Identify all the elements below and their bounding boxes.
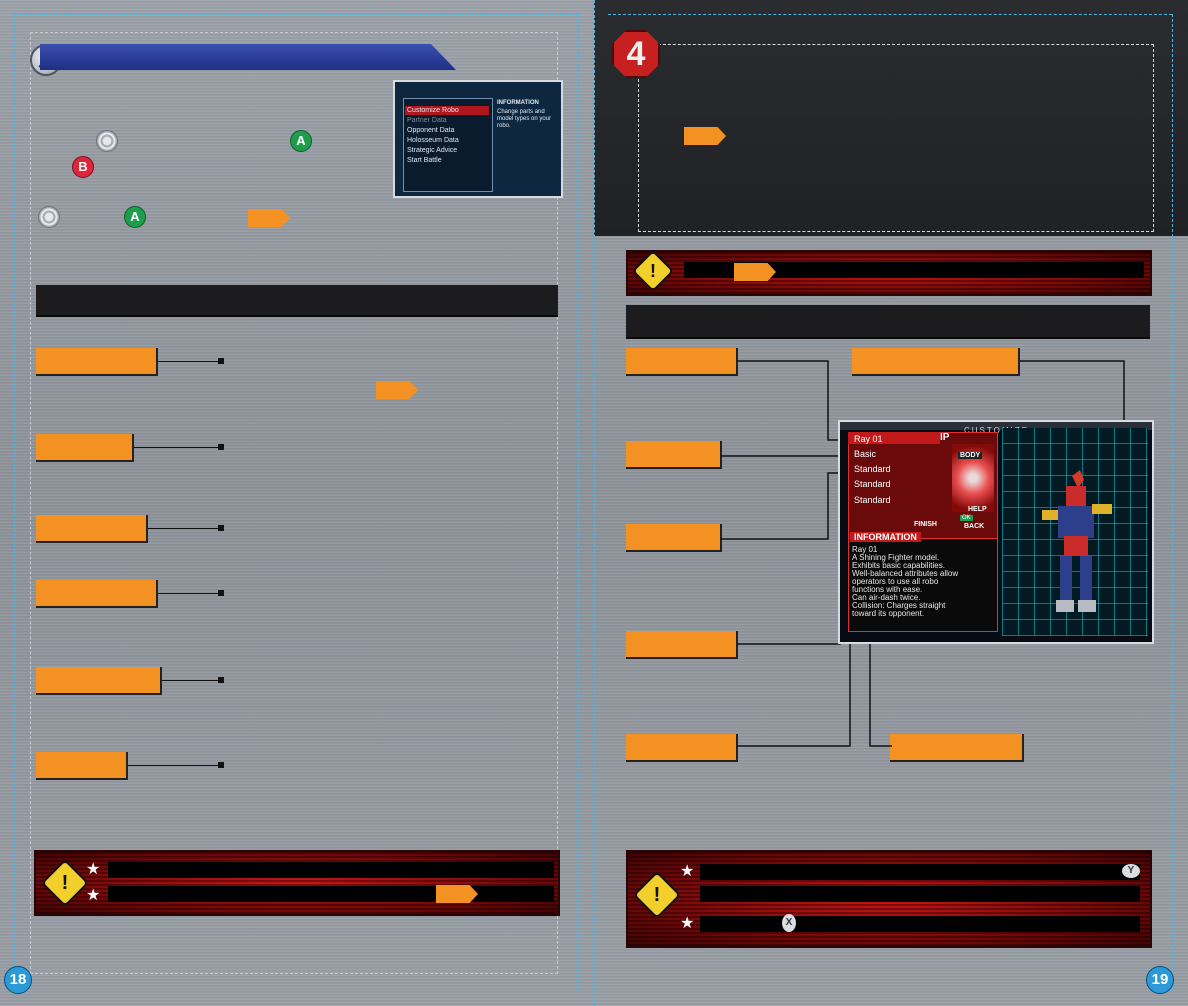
label-tag <box>36 434 134 462</box>
a-button-icon: A <box>124 206 146 228</box>
tip-panel: ! ★ ★ Y X <box>626 850 1152 948</box>
page-number: 18 <box>4 966 32 994</box>
page-border-left <box>14 14 15 992</box>
label-tag <box>36 348 158 376</box>
connector-node <box>218 444 224 450</box>
x-button-icon: X <box>782 914 796 932</box>
page-ref-arrow-icon <box>376 381 418 399</box>
connector-node <box>218 525 224 531</box>
menu-item: Strategic Advice <box>407 147 458 154</box>
section-header-bar <box>40 44 456 70</box>
finish-label: FINISH <box>914 521 937 528</box>
connector-node <box>218 358 224 364</box>
parts-row: Ray 01 <box>854 434 883 444</box>
parts-row: Standard <box>854 479 891 489</box>
menu-item: Start Battle <box>407 157 442 164</box>
connector-line <box>134 447 220 448</box>
b-button-icon: B <box>72 156 94 178</box>
connector-line <box>158 361 220 362</box>
menu-info-title: INFORMATION <box>497 100 539 106</box>
section-black-bar <box>36 285 558 317</box>
robot-preview-image <box>1042 470 1112 612</box>
information-text: Ray 01 A Shining Fighter model. Exhibits… <box>852 545 959 618</box>
label-tag <box>36 580 158 608</box>
star-bullet-icon: ★ <box>86 887 101 904</box>
page-border-right <box>578 14 579 992</box>
page-number: 19 <box>1146 966 1174 994</box>
y-button-icon: Y <box>1122 864 1140 878</box>
left-page: A B A Customize Robo Partner Data Oppone… <box>0 0 594 1006</box>
page-ref-arrow-icon <box>248 209 290 227</box>
warning-icon: ! <box>632 870 682 920</box>
connector-line <box>158 593 220 594</box>
body-label: BODY <box>958 452 983 459</box>
control-stick-icon <box>38 206 60 228</box>
connector-line <box>162 680 220 681</box>
ok-label: OK <box>960 515 973 521</box>
parts-row: Basic <box>854 449 877 459</box>
star-bullet-icon: ★ <box>86 861 101 878</box>
connector-node <box>218 677 224 683</box>
back-label: BACK <box>964 523 985 530</box>
label-tag <box>36 515 148 543</box>
customize-screenshot: CUSTOMIZE IP Ray 01 Basic Standard Stand… <box>838 420 1154 644</box>
connector-line <box>148 528 220 529</box>
page-border-top <box>14 14 578 15</box>
parts-row: Standard <box>854 464 891 474</box>
label-tag <box>36 752 128 780</box>
menu-item: Holosseum Data <box>407 137 459 144</box>
menu-item: Partner Data <box>407 117 447 124</box>
control-stick-icon <box>96 130 118 152</box>
connector-node <box>218 590 224 596</box>
page-ref-arrow-icon <box>436 885 478 903</box>
star-bullet-icon: ★ <box>680 915 695 932</box>
connector-line <box>128 765 220 766</box>
menu-screenshot: Customize Robo Partner Data Opponent Dat… <box>393 80 563 198</box>
information-title: INFORMATION <box>850 532 921 542</box>
menu-info-text: Change parts and model types on your rob… <box>497 109 552 129</box>
warning-icon: ! <box>40 858 90 908</box>
parts-row: Standard <box>854 495 891 505</box>
a-button-icon: A <box>290 130 312 152</box>
star-bullet-icon: ★ <box>680 863 695 880</box>
menu-item: Customize Robo <box>407 107 459 114</box>
ip-label: IP <box>940 432 950 443</box>
connector-node <box>218 762 224 768</box>
menu-item: Opponent Data <box>407 127 455 134</box>
help-label: HELP <box>968 506 987 513</box>
label-tag <box>36 667 162 695</box>
tip-panel: ! ★ ★ <box>34 850 560 916</box>
